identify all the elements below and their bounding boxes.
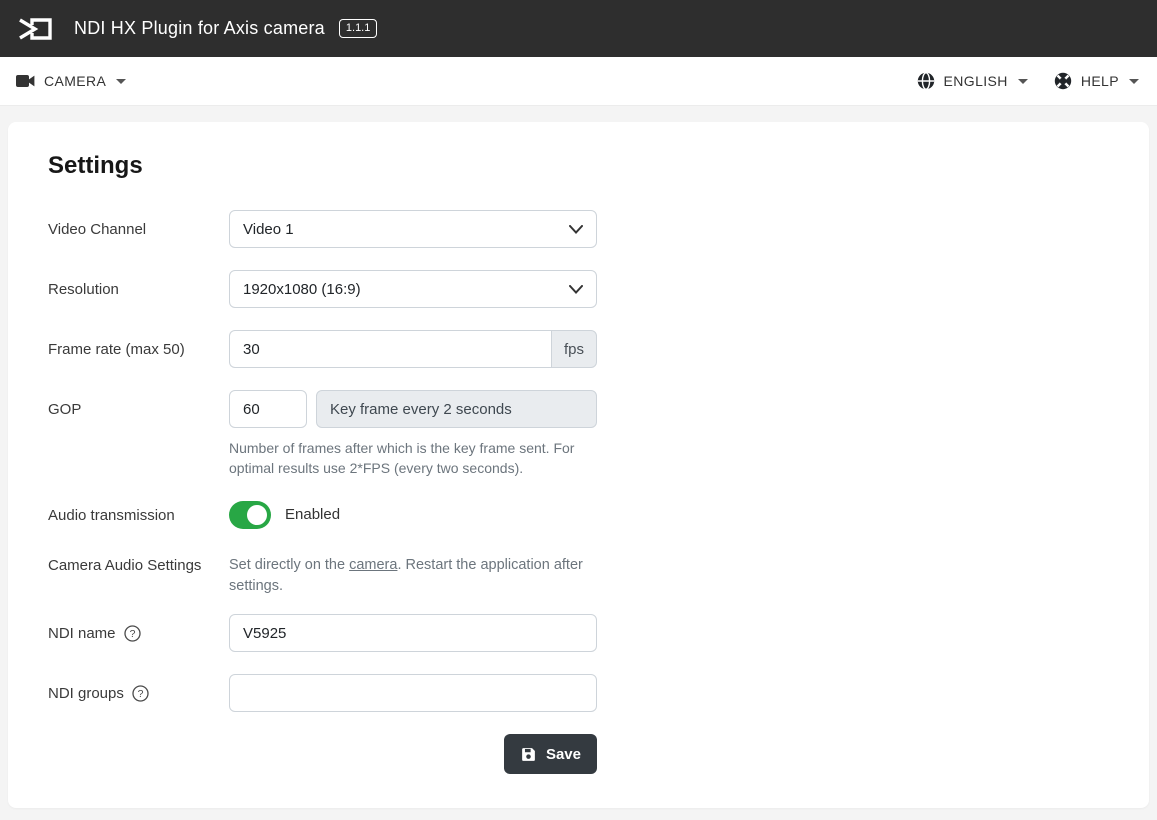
chevron-down-icon: [1129, 79, 1139, 84]
gop-helper-text: Number of frames after which is the key …: [229, 438, 589, 479]
ndi-name-row: NDI name ?: [48, 614, 1109, 652]
save-button-label: Save: [546, 746, 581, 763]
ndi-groups-label: NDI groups: [48, 683, 124, 705]
camera-menu-label: CAMERA: [44, 73, 106, 89]
gop-label: GOP: [48, 390, 229, 479]
svg-text:?: ?: [129, 628, 135, 640]
audio-transmission-toggle[interactable]: [229, 501, 271, 529]
chevron-down-icon: [1018, 79, 1028, 84]
resolution-value: 1920x1080 (16:9): [243, 281, 361, 298]
gop-input[interactable]: [229, 390, 307, 428]
camera-link[interactable]: camera: [349, 557, 397, 573]
help-menu-label: HELP: [1081, 73, 1119, 89]
question-circle-icon[interactable]: ?: [124, 625, 141, 642]
video-channel-select[interactable]: Video 1: [229, 210, 597, 248]
audio-transmission-state: Enabled: [285, 506, 340, 523]
audio-transmission-row: Audio transmission Enabled: [48, 501, 1109, 529]
toggle-knob: [245, 503, 269, 527]
settings-card: Settings Video Channel Video 1 Resolutio…: [8, 122, 1149, 808]
page-title: Settings: [48, 152, 1109, 180]
svg-text:?: ?: [137, 688, 143, 700]
chevron-down-icon: [116, 79, 126, 84]
main-content: Settings Video Channel Video 1 Resolutio…: [0, 106, 1157, 820]
app-title: NDI HX Plugin for Axis camera: [74, 18, 325, 39]
video-channel-value: Video 1: [243, 221, 294, 238]
language-menu-label: ENGLISH: [944, 73, 1008, 89]
language-menu[interactable]: ENGLISH: [917, 72, 1028, 90]
frame-rate-unit: fps: [551, 330, 597, 368]
chevron-down-icon: [569, 285, 583, 294]
question-circle-icon[interactable]: ?: [132, 685, 149, 702]
nav-bar: CAMERA ENGLISH: [0, 57, 1157, 106]
ndi-logo-icon: [16, 13, 54, 45]
frame-rate-row: Frame rate (max 50) fps: [48, 330, 1109, 368]
camera-menu[interactable]: CAMERA: [16, 73, 126, 89]
video-channel-label: Video Channel: [48, 210, 229, 248]
frame-rate-input[interactable]: [229, 330, 551, 368]
ndi-groups-row: NDI groups ?: [48, 674, 1109, 712]
ndi-groups-input[interactable]: [229, 674, 597, 712]
audio-transmission-label: Audio transmission: [48, 501, 229, 529]
save-icon: [520, 746, 537, 763]
camera-audio-note: Set directly on the camera. Restart the …: [229, 555, 589, 599]
gop-keyframe-info: Key frame every 2 seconds: [316, 390, 597, 428]
resolution-label: Resolution: [48, 270, 229, 308]
save-button[interactable]: Save: [504, 734, 597, 774]
help-menu[interactable]: HELP: [1054, 72, 1139, 90]
app-header: NDI HX Plugin for Axis camera 1.1.1: [0, 0, 1157, 57]
frame-rate-label: Frame rate (max 50): [48, 330, 229, 368]
camera-audio-note-before: Set directly on the: [229, 557, 349, 573]
resolution-row: Resolution 1920x1080 (16:9): [48, 270, 1109, 308]
ndi-name-label: NDI name: [48, 623, 116, 645]
videocam-icon: [16, 74, 35, 88]
video-channel-row: Video Channel Video 1: [48, 210, 1109, 248]
help-icon: [1054, 72, 1072, 90]
chevron-down-icon: [569, 225, 583, 234]
gop-row: GOP Key frame every 2 seconds Number of …: [48, 390, 1109, 479]
camera-audio-label: Camera Audio Settings: [48, 555, 229, 599]
save-row: Save: [48, 734, 1109, 774]
globe-icon: [917, 72, 935, 90]
ndi-name-input[interactable]: [229, 614, 597, 652]
camera-audio-row: Camera Audio Settings Set directly on th…: [48, 555, 1109, 599]
version-badge: 1.1.1: [339, 19, 377, 37]
resolution-select[interactable]: 1920x1080 (16:9): [229, 270, 597, 308]
